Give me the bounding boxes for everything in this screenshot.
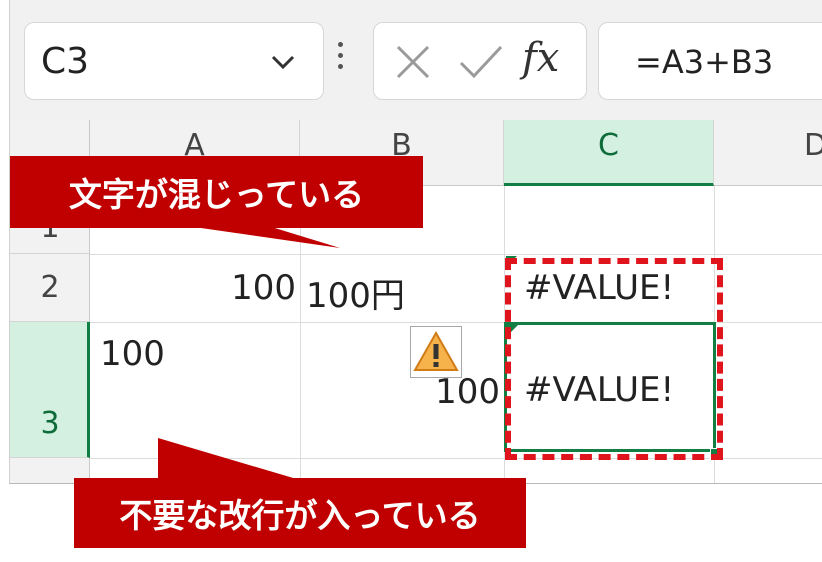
callout-extra-linebreak: 不要な改行が入っている bbox=[74, 478, 526, 548]
